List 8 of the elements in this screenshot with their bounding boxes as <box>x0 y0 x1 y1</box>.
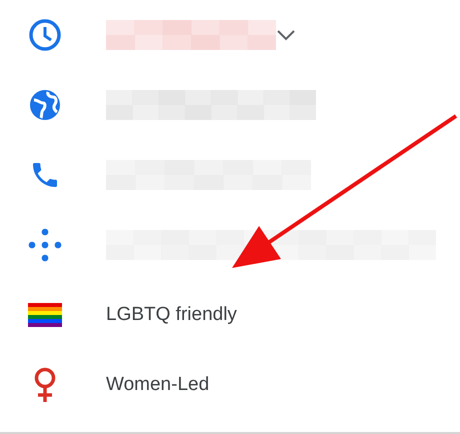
chevron-down-icon[interactable] <box>276 29 296 41</box>
dots-icon <box>27 227 63 263</box>
rainbow-flag-icon <box>28 303 62 327</box>
globe-icon <box>28 88 62 122</box>
female-symbol-icon <box>32 367 58 403</box>
clock-icon <box>28 18 62 52</box>
attribute-label: Women-Led <box>106 372 210 397</box>
attribute-label: LGBTQ friendly <box>106 302 237 327</box>
